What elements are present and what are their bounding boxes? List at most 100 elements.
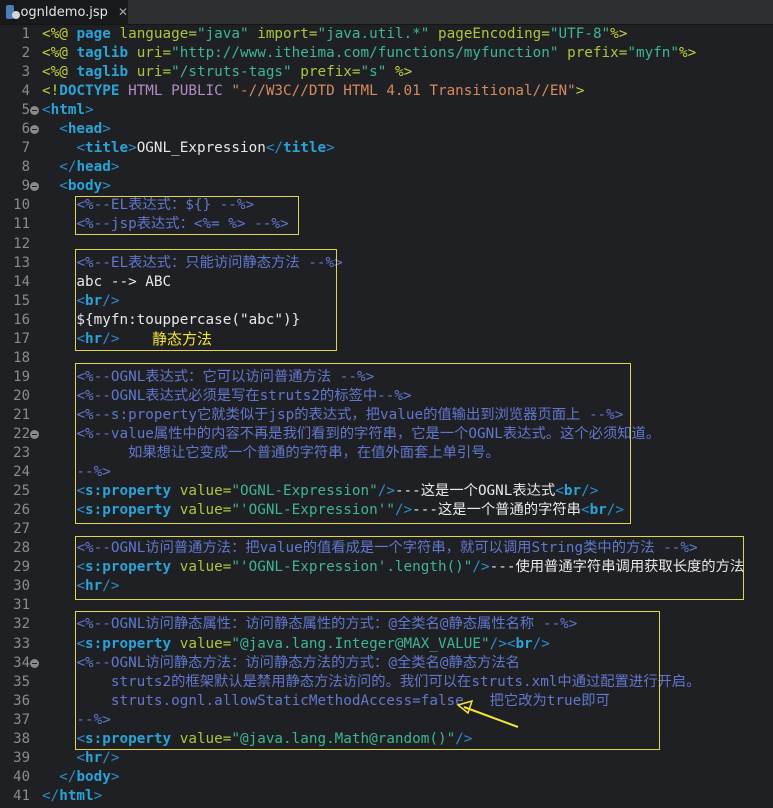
tab-title: ognldemo.jsp — [20, 4, 108, 20]
line-number: 8 — [21, 159, 30, 176]
code-text: </head> — [42, 158, 119, 177]
line-number: 9 — [21, 178, 30, 195]
code-line[interactable]: 6 <head> — [0, 120, 773, 139]
line-number: 25 — [13, 483, 30, 500]
code-token: < — [42, 102, 51, 119]
code-token: taglib — [76, 45, 129, 62]
line-number: 6 — [21, 121, 30, 138]
code-line[interactable]: 39 <hr/> — [0, 749, 773, 768]
fold-toggle-icon[interactable] — [30, 106, 39, 116]
line-number: 26 — [13, 502, 30, 519]
code-token: > — [102, 121, 111, 138]
line-number: 38 — [13, 730, 30, 747]
line-number: 35 — [13, 673, 30, 690]
code-token: > — [102, 178, 111, 195]
highlight-box-ognl-static — [75, 611, 660, 750]
line-number: 5 — [21, 102, 30, 119]
highlight-box-ognl-expression — [75, 363, 631, 524]
fold-toggle-icon[interactable] — [30, 182, 39, 192]
line-number: 16 — [13, 311, 30, 328]
code-token: <%@ — [42, 45, 77, 62]
code-text: <hr/> — [42, 749, 119, 768]
code-line[interactable]: 40 </body> — [0, 768, 773, 787]
line-number: 34 — [13, 654, 30, 671]
code-token: </ — [59, 159, 77, 176]
code-line[interactable]: 3 <%@ taglib uri="/struts-tags" prefix="s… — [0, 63, 773, 82]
line-number: 24 — [13, 464, 30, 481]
code-token: > — [575, 83, 585, 100]
code-token: > — [110, 159, 120, 176]
line-number: 22 — [13, 425, 30, 442]
code-line[interactable]: 41 </html> — [0, 787, 773, 806]
line-number: 41 — [13, 787, 30, 804]
code-line[interactable]: 5 <html> — [0, 101, 773, 120]
line-number: 40 — [13, 768, 30, 785]
code-line[interactable]: 8 </head> — [0, 158, 773, 177]
code-token: html — [59, 787, 94, 804]
code-text: <%@ page language="java" import="java.ut… — [42, 25, 627, 44]
code-line[interactable]: 2 <%@ taglib uri="http://www.itheima.com/… — [0, 44, 773, 63]
code-token: <%@ — [42, 26, 77, 42]
code-token: taglib — [76, 64, 129, 81]
code-token: head — [67, 121, 103, 138]
code-token: "-//W3C//DTD HTML 4.01 Transitional//EN" — [231, 83, 576, 100]
close-icon[interactable]: ✕ — [118, 5, 128, 19]
line-number: 30 — [13, 578, 30, 595]
code-token: uri= — [128, 64, 172, 81]
code-token: < — [76, 140, 86, 157]
fold-toggle-icon[interactable] — [30, 429, 39, 439]
code-token: prefix= — [558, 45, 628, 62]
code-token: </ — [265, 140, 284, 157]
code-token: /> — [102, 749, 120, 766]
code-token: > — [110, 768, 120, 785]
code-token: %> — [386, 64, 413, 81]
code-token: DOCTYPE — [59, 83, 120, 100]
code-token: pageEncoding= — [429, 26, 550, 42]
code-line[interactable]: 4 <!DOCTYPE HTML PUBLIC "-//W3C//DTD HTML… — [0, 82, 773, 101]
code-text: <!DOCTYPE HTML PUBLIC "-//W3C//DTD HTML … — [42, 82, 584, 101]
line-number: 36 — [13, 692, 30, 709]
code-line[interactable]: 9 <body> — [0, 177, 773, 196]
code-token: OGNL_Expression — [136, 140, 266, 157]
fold-toggle-icon[interactable] — [30, 125, 39, 135]
code-token: hr — [85, 749, 103, 766]
line-number: 3 — [21, 64, 30, 81]
code-line[interactable]: 1 <%@ page language="java" import="java.u… — [0, 25, 773, 44]
code-text: <title>OGNL_Expression</title> — [42, 139, 334, 158]
highlight-box-el — [75, 196, 299, 235]
annotation-label: 静态方法 — [152, 330, 213, 348]
code-token: </ — [59, 768, 77, 785]
code-token: "s" — [360, 64, 387, 81]
fold-toggle-icon[interactable] — [30, 658, 39, 668]
line-number: 12 — [13, 235, 30, 252]
arrow-icon — [456, 699, 519, 728]
code-token: "UTF-8" — [549, 26, 611, 42]
code-token: <%@ — [42, 64, 77, 81]
tab-ognldemo-jsp[interactable]: ognldemo.jsp ✕ — [0, 0, 128, 24]
code-line[interactable]: 7 <title>OGNL_Expression</title> — [0, 139, 773, 158]
code-token: html — [50, 102, 86, 119]
line-number: 11 — [13, 216, 30, 233]
code-token: %> — [610, 26, 628, 42]
line-number: 19 — [13, 368, 30, 385]
line-number: 28 — [13, 540, 30, 557]
code-token: uri= — [128, 45, 172, 62]
line-number: 20 — [13, 387, 30, 404]
line-number: 15 — [13, 292, 30, 309]
line-number: 18 — [13, 349, 30, 366]
code-token: "http://www.itheima.com/functions/myfunc… — [171, 45, 559, 62]
line-number: 2 — [21, 45, 30, 62]
